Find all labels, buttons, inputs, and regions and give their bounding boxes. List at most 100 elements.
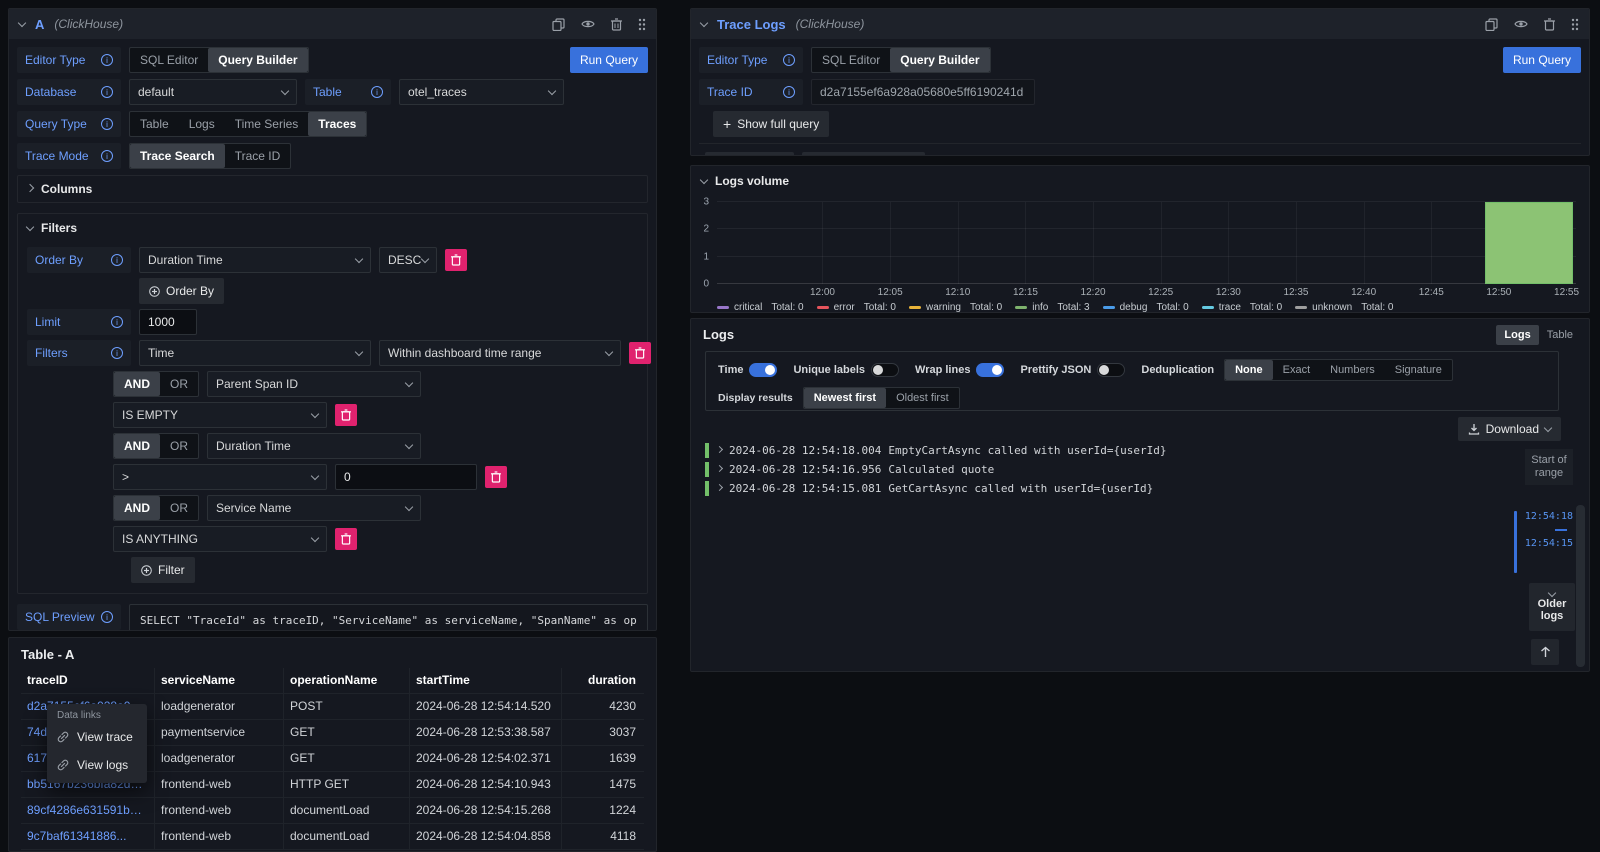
deduplication-switch-option[interactable]: Numbers <box>1320 360 1385 380</box>
database-select[interactable]: default <box>129 79 297 105</box>
collapse-chevron-icon[interactable] <box>18 19 26 27</box>
log-line[interactable]: 2024-06-28 12:54:16.956Calculated quote <box>705 462 1513 477</box>
hide-response-eye-icon[interactable] <box>581 19 595 29</box>
add-filter-button[interactable]: Filter <box>131 557 195 583</box>
query-inspector-button[interactable]: iQuery inspector <box>802 152 925 156</box>
deduplication-switch-option[interactable]: None <box>1225 360 1273 380</box>
logs-volume-header[interactable]: Logs volume <box>691 166 1589 196</box>
columns-section-header[interactable]: Columns <box>27 180 638 198</box>
expand-log-chevron-icon[interactable] <box>716 465 723 472</box>
deduplication-switch-option[interactable]: Signature <box>1385 360 1452 380</box>
trace-mode-switch-option[interactable]: Trace Search <box>130 144 225 168</box>
logs-view-switch-option[interactable]: Logs <box>1496 325 1538 345</box>
range-timestamp[interactable]: 12:54:15 <box>1525 538 1573 549</box>
display-results-switch-option[interactable]: Newest first <box>804 388 886 408</box>
trace-id-input[interactable] <box>811 79 1035 105</box>
editor-type-switch-option[interactable]: SQL Editor <box>812 48 890 72</box>
editor-type-switch-option[interactable]: SQL Editor <box>130 48 208 72</box>
query-type-switch-option[interactable]: Logs <box>179 112 225 136</box>
filter-time-field-select[interactable]: Time <box>139 340 371 366</box>
column-header[interactable]: serviceName <box>155 668 284 693</box>
range-timestamp[interactable]: 12:54:18 <box>1525 511 1573 522</box>
download-button[interactable]: Download <box>1458 417 1561 441</box>
view-logs-menu-item[interactable]: View logs <box>47 751 147 779</box>
editor-type-switch-option[interactable]: Query Builder <box>890 48 989 72</box>
info-icon[interactable]: i <box>111 316 123 328</box>
filter-time-value-select[interactable]: Within dashboard time range <box>379 340 621 366</box>
condition-join-switch-option[interactable]: AND <box>114 496 160 520</box>
display-results-switch-option[interactable]: Oldest first <box>886 388 959 408</box>
info-icon[interactable]: i <box>783 54 795 66</box>
view-trace-menu-item[interactable]: View trace <box>47 723 147 751</box>
expand-log-chevron-icon[interactable] <box>716 484 723 491</box>
info-icon[interactable]: i <box>371 86 383 98</box>
column-header[interactable]: duration <box>562 668 644 693</box>
order-by-field-select[interactable]: Duration Time <box>139 247 371 273</box>
condition-operator-select[interactable]: IS ANYTHING <box>113 526 327 552</box>
info-icon[interactable]: i <box>111 254 123 266</box>
query-type-switch-option[interactable]: Time Series <box>225 112 309 136</box>
condition-join-switch-option[interactable]: OR <box>160 434 198 458</box>
wrap-lines-toggle[interactable] <box>976 363 1004 377</box>
add-query-button[interactable]: +Add query <box>705 152 794 156</box>
editor-type-switch-option[interactable]: Query Builder <box>208 48 307 72</box>
duplicate-query-icon[interactable] <box>552 18 565 31</box>
table-select[interactable]: otel_traces <box>399 79 564 105</box>
delete-query-icon[interactable] <box>1544 18 1555 31</box>
logs-view-switch-option[interactable]: Table <box>1539 325 1581 345</box>
legend-item-error[interactable]: errorTotal: 0 <box>817 302 896 313</box>
show-full-query-button[interactable]: +Show full query <box>713 111 829 137</box>
trace-id-link[interactable]: 89cf4286e631591b4... <box>21 798 155 823</box>
delete-query-icon[interactable] <box>611 18 622 31</box>
info-icon[interactable]: i <box>783 86 795 98</box>
collapse-chevron-icon[interactable] <box>700 19 708 27</box>
condition-field-select[interactable]: Duration Time <box>207 433 421 459</box>
run-query-button[interactable]: Run Query <box>570 47 648 73</box>
column-header[interactable]: operationName <box>284 668 410 693</box>
logs-scrollbar[interactable] <box>1576 505 1585 667</box>
condition-join-switch-option[interactable]: AND <box>114 372 160 396</box>
info-icon[interactable]: i <box>101 54 113 66</box>
order-by-direction-select[interactable]: DESC <box>379 247 437 273</box>
time-toggle[interactable] <box>749 363 777 377</box>
add-order-by-button[interactable]: Order By <box>139 278 224 304</box>
expand-chevron-icon[interactable] <box>26 184 34 192</box>
drag-handle-icon[interactable] <box>1571 18 1579 31</box>
query-type-switch-option[interactable]: Traces <box>308 112 366 136</box>
info-icon[interactable]: i <box>101 611 113 623</box>
legend-item-trace[interactable]: traceTotal: 0 <box>1202 302 1282 313</box>
trace-mode-switch-option[interactable]: Trace ID <box>225 144 291 168</box>
condition-field-select[interactable]: Service Name <box>207 495 421 521</box>
expand-log-chevron-icon[interactable] <box>716 446 723 453</box>
remove-filter-button[interactable] <box>629 342 651 364</box>
query-row-header[interactable]: Trace Logs (ClickHouse) <box>691 9 1589 39</box>
log-line[interactable]: 2024-06-28 12:54:18.004EmptyCartAsync ca… <box>705 443 1513 458</box>
condition-join-switch-option[interactable]: OR <box>160 372 198 396</box>
remove-condition-button[interactable] <box>335 404 357 426</box>
drag-handle-icon[interactable] <box>638 18 646 31</box>
run-query-button[interactable]: Run Query <box>1503 47 1581 73</box>
trace-id-link[interactable]: 9c7baf61341886... <box>21 824 155 849</box>
query-type-switch-option[interactable]: Table <box>130 112 179 136</box>
condition-join-switch-option[interactable]: OR <box>160 496 198 520</box>
info-icon[interactable]: i <box>101 150 113 162</box>
condition-operator-select[interactable]: IS EMPTY <box>113 402 327 428</box>
filters-section-header[interactable]: Filters <box>27 219 638 237</box>
legend-item-debug[interactable]: debugTotal: 0 <box>1103 302 1189 313</box>
condition-join-switch-option[interactable]: AND <box>114 434 160 458</box>
collapse-chevron-icon[interactable] <box>700 176 708 184</box>
hide-response-eye-icon[interactable] <box>1514 19 1528 29</box>
legend-item-unknown[interactable]: unknownTotal: 0 <box>1295 302 1393 313</box>
remove-condition-button[interactable] <box>335 528 357 550</box>
info-icon[interactable]: i <box>111 347 123 359</box>
volume-bar-info[interactable] <box>1485 202 1573 284</box>
condition-field-select[interactable]: Parent Span ID <box>207 371 421 397</box>
legend-item-info[interactable]: infoTotal: 3 <box>1015 302 1089 313</box>
info-icon[interactable]: i <box>101 86 113 98</box>
condition-operator-select[interactable]: > <box>113 464 327 490</box>
limit-input[interactable] <box>139 309 197 335</box>
scroll-to-top-button[interactable] <box>1531 639 1559 665</box>
duplicate-query-icon[interactable] <box>1485 18 1498 31</box>
log-line[interactable]: 2024-06-28 12:54:15.081GetCartAsync call… <box>705 481 1513 496</box>
column-header[interactable]: startTime <box>410 668 562 693</box>
